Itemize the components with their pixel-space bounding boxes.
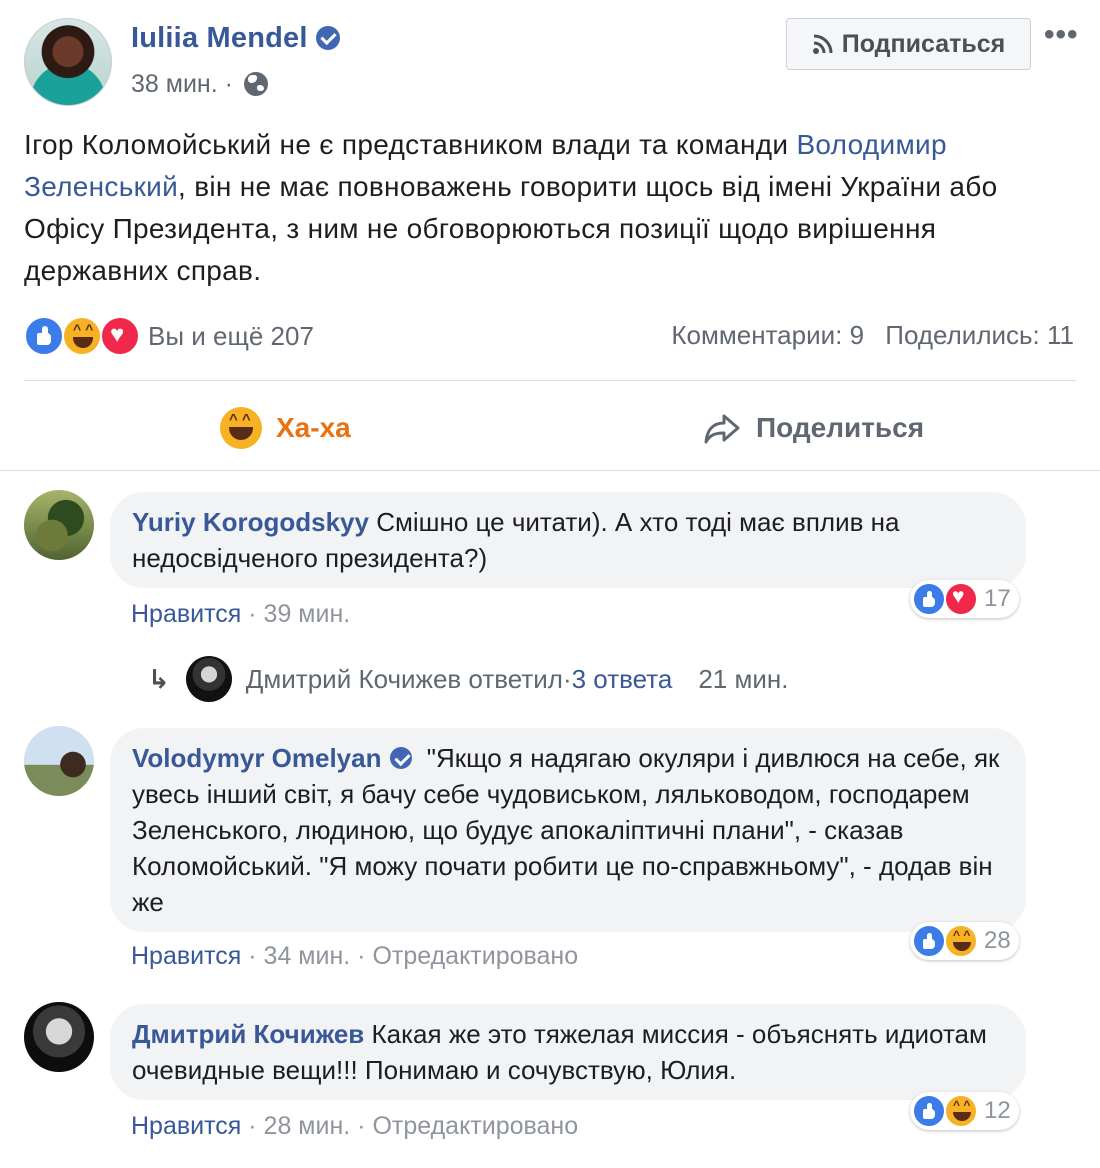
comment-reactions[interactable]: 28 xyxy=(910,922,1019,960)
like-reaction-icon xyxy=(24,316,64,356)
rss-icon xyxy=(812,34,833,54)
reply-author: Дмитрий Кочижев ответил xyxy=(245,663,563,694)
post-text: Ігор Коломойський не є представником вла… xyxy=(24,129,998,286)
shares-count-link[interactable]: Поделились: 11 xyxy=(885,320,1074,350)
haha-icon xyxy=(220,407,262,449)
edited-label[interactable]: Отредактировано xyxy=(372,942,578,970)
comment-like-link[interactable]: Нравится xyxy=(131,942,241,970)
like-reaction-icon xyxy=(912,924,946,958)
commenter-avatar[interactable] xyxy=(24,490,94,560)
haha-label: Ха-ха xyxy=(276,412,351,443)
reply-time: 21 мин. xyxy=(698,663,789,694)
haha-reaction-button[interactable]: Ха-ха xyxy=(220,402,351,454)
verified-icon xyxy=(315,26,340,50)
subscribe-button[interactable]: Подписаться xyxy=(786,18,1031,70)
verified-icon xyxy=(389,747,412,769)
commenter-avatar[interactable] xyxy=(24,726,94,796)
reaction-count: 17 xyxy=(984,585,1011,612)
post-author[interactable]: Iuliia Mendel xyxy=(131,22,340,55)
post-stats: Комментарии: 9 Поделились: 11 xyxy=(657,320,1074,351)
comment-meta: Нравится · 28 мин. · Отредактировано xyxy=(131,1112,579,1140)
comment-author[interactable]: Volodymyr Omelyan xyxy=(132,743,382,773)
comment-meta: Нравится · 39 мин. xyxy=(131,600,351,628)
reply-avatar xyxy=(185,656,232,702)
haha-reaction-icon xyxy=(944,924,978,958)
edited-label[interactable]: Отредактировано xyxy=(372,1112,578,1140)
like-reaction-icon xyxy=(912,582,946,616)
reaction-count: 28 xyxy=(984,927,1011,954)
reaction-count: 12 xyxy=(984,1097,1011,1124)
subscribe-label: Подписаться xyxy=(841,29,1006,58)
more-options-icon[interactable]: ••• xyxy=(1044,18,1079,52)
comment-time[interactable]: 34 мин. xyxy=(264,942,351,970)
comment-bubble: Volodymyr Omelyan "Якщо я надягаю окуляр… xyxy=(110,728,1026,932)
comment-like-link[interactable]: Нравится xyxy=(131,1112,241,1140)
comment-bubble: Дмитрий Кочижев Какая же это тяжелая мис… xyxy=(110,1004,1026,1100)
commenter-avatar[interactable] xyxy=(24,1002,94,1072)
share-icon xyxy=(704,414,740,444)
reply-count[interactable]: 3 ответа xyxy=(572,664,673,695)
comment-reactions[interactable]: 17 xyxy=(910,580,1019,618)
comment-time[interactable]: 28 мин. xyxy=(264,1112,351,1140)
globe-icon xyxy=(243,72,268,96)
reply-arrow-icon: ↳ xyxy=(148,663,170,694)
post-timestamp[interactable]: 38 мин. · xyxy=(131,68,268,99)
comment-like-link[interactable]: Нравится xyxy=(131,600,241,628)
comment-author[interactable]: Дмитрий Кочижев xyxy=(132,1019,364,1049)
love-reaction-icon xyxy=(944,582,978,616)
comment-reactions[interactable]: 12 xyxy=(910,1092,1019,1130)
love-reaction-icon xyxy=(100,316,140,356)
replies-link[interactable]: ↳ Дмитрий Кочижев ответил · 3 ответа 21 … xyxy=(148,656,788,702)
haha-reaction-icon xyxy=(944,1094,978,1128)
reactions-summary[interactable]: Вы и ещё 207 xyxy=(24,316,314,356)
share-button[interactable]: Поделиться xyxy=(702,402,924,454)
divider xyxy=(24,380,1076,381)
comment-bubble: Yuriy Korogodskyy Смішно це читати). А х… xyxy=(110,492,1026,588)
share-label: Поделиться xyxy=(756,412,925,443)
author-avatar[interactable] xyxy=(24,18,112,106)
haha-reaction-icon xyxy=(62,316,102,356)
comment-meta: Нравится · 34 мин. · Отредактировано xyxy=(131,942,579,970)
reactions-text: Вы и ещё 207 xyxy=(148,320,314,351)
comment-author[interactable]: Yuriy Korogodskyy xyxy=(132,507,369,537)
comments-count-link[interactable]: Комментарии: 9 xyxy=(671,320,864,350)
comment-time[interactable]: 39 мин. xyxy=(264,600,351,628)
like-reaction-icon xyxy=(912,1094,946,1128)
